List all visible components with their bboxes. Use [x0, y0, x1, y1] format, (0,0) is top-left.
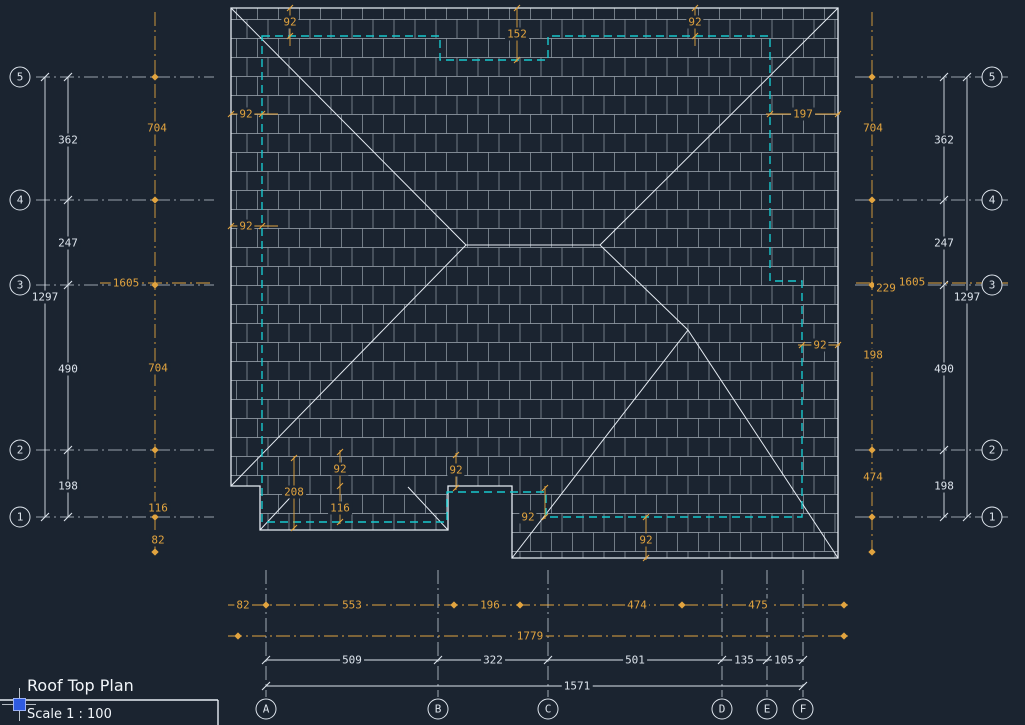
dim-label-left-chain: 247: [56, 236, 80, 250]
dim-label-wing-dims: 116: [328, 501, 352, 515]
grid-bubble-1[interactable]: 1: [9, 506, 31, 528]
dim-label-top-eave: 92: [686, 15, 704, 29]
grid-bubble-C[interactable]: C: [537, 698, 559, 720]
dim-label-right-orange-chain: 704: [861, 121, 885, 135]
dim-label-bottom-chain: 105: [772, 653, 796, 667]
dim-label-top-eave: 152: [505, 27, 529, 41]
grid-bubble-2[interactable]: 2: [9, 439, 31, 461]
cad-viewport[interactable]: 362 247 490 198 1297 362 247 490 198 1297 509 322 50…: [0, 0, 1025, 725]
dim-label-left-orange-chain: 1605: [110, 276, 142, 290]
dim-label-left-eave: 92: [237, 219, 255, 233]
dim-label-top-eave: 92: [281, 15, 299, 29]
grid-bubble-E[interactable]: E: [756, 698, 778, 720]
grid-bubble-D[interactable]: D: [711, 698, 733, 720]
dim-label-wing-dims: 92: [331, 462, 349, 476]
dim-label-bottom-orange-chain: 196: [478, 598, 502, 612]
dim-label-bottom-overall: 1571: [561, 679, 593, 693]
dim-label-left-orange-chain: 116: [146, 501, 170, 515]
dim-label-bottom-orange-chain: 474: [625, 598, 649, 612]
dim-label-right-orange-chain: 474: [861, 470, 885, 484]
dim-label-right-orange-chain: 198: [861, 348, 885, 362]
dim-label-bottom-chain: 509: [340, 653, 364, 667]
dim-label-right-eave: 92: [811, 338, 829, 352]
dim-label-bottom-orange-chain: 82: [234, 598, 252, 612]
dim-label-bottom-chain: 322: [481, 653, 505, 667]
grid-bubble-4[interactable]: 4: [9, 189, 31, 211]
dim-label-left-eave: 92: [237, 107, 255, 121]
dim-label-right-eave: 197: [791, 107, 815, 121]
grid-bubble-A[interactable]: A: [255, 698, 277, 720]
dim-label-bottom-orange-overall: 1779: [514, 629, 546, 643]
dim-label-left-chain: 362: [56, 133, 80, 147]
grid-bubble-2[interactable]: 2: [981, 439, 1003, 461]
dim-label-right-chain: 362: [932, 133, 956, 147]
grid-bubble-5[interactable]: 5: [981, 66, 1003, 88]
dim-label-left-chain: 490: [56, 362, 80, 376]
drawing-scale: Scale 1 : 100: [27, 707, 112, 722]
dim-label-bottom-chain: 135: [732, 653, 756, 667]
grid-bubble-3[interactable]: 3: [981, 274, 1003, 296]
dim-label-left-orange-chain: 704: [146, 361, 170, 375]
dim-label-right-chain: 198: [932, 479, 956, 493]
dim-label-bottom-orange-chain: 553: [340, 598, 364, 612]
dim-label-wing-dims: 92: [447, 463, 465, 477]
drawing-title: Roof Top Plan: [27, 676, 134, 695]
dim-label-right-chain: 490: [932, 362, 956, 376]
dim-label-right-overall: 1297: [951, 290, 983, 304]
grid-bubble-B[interactable]: B: [427, 698, 449, 720]
dim-label-left-orange-chain: 704: [145, 121, 169, 135]
dim-label-left-chain: 198: [56, 479, 80, 493]
dim-label-bottom-eave: 92: [637, 533, 655, 547]
dim-label-wing-dims: 208: [282, 485, 306, 499]
dim-label-bottom-eave: 92: [519, 510, 537, 524]
grid-bubble-5[interactable]: 5: [9, 66, 31, 88]
grid-bubble-F[interactable]: F: [792, 698, 814, 720]
dim-label-right-chain: 247: [932, 236, 956, 250]
annotation-layer: 362 247 490 198 1297 362 247 490 198 1297 509 322 50…: [0, 0, 1025, 725]
dim-label-bottom-chain: 501: [623, 653, 647, 667]
dim-label-right-orange-chain: 1605: [896, 275, 928, 289]
dim-label-left-overall: 1297: [29, 290, 61, 304]
dim-label-bottom-orange-chain: 475: [746, 598, 770, 612]
dim-label-left-orange-chain: 82: [149, 533, 167, 547]
grid-bubble-3[interactable]: 3: [9, 274, 31, 296]
dim-label-right-orange-chain: 229: [874, 281, 898, 295]
grid-bubble-4[interactable]: 4: [981, 189, 1003, 211]
grid-bubble-1[interactable]: 1: [981, 506, 1003, 528]
